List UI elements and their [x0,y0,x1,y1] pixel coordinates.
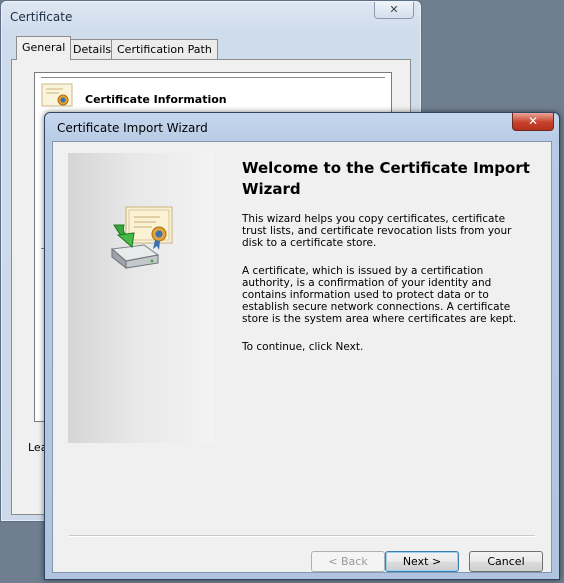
tab-general-label: General [22,41,66,54]
tab-certification-path-label: Certification Path [117,43,212,56]
divider [41,77,385,78]
cancel-button[interactable]: Cancel [469,551,543,572]
wizard-continue-text: To continue, click Next. [242,341,364,353]
certificate-import-icon [110,206,173,270]
certificate-import-wizard: Certificate Import Wizard ✕ Welcome to t… [44,112,560,580]
close-icon: ✕ [527,114,539,128]
wizard-heading: Welcome to the Certificate Import Wizard [242,159,530,198]
tab-certification-path[interactable]: Certification Path [111,39,218,59]
back-button[interactable]: < Back [311,551,385,572]
wizard-close-button[interactable]: ✕ [512,113,554,131]
wizard-description-text: A certificate, which is issued by a cert… [242,265,517,325]
button-separator [69,535,535,537]
tab-details[interactable]: Details [67,39,118,59]
wizard-intro-text: This wizard helps you copy certificates,… [242,213,512,249]
certificate-dialog-title: Certificate [10,10,73,24]
certificate-information-heading: Certificate Information [85,93,227,106]
wizard-title: Certificate Import Wizard [57,121,208,135]
tab-details-label: Details [73,43,112,56]
certificate-dialog-close-button[interactable]: ✕ [374,2,414,19]
next-button[interactable]: Next > [385,551,459,572]
certificate-icon [41,83,73,107]
wizard-side-panel [68,153,214,443]
wizard-client-area: Welcome to the Certificate Import Wizard… [52,141,552,573]
tab-general[interactable]: General [16,36,72,60]
close-icon: ✕ [389,3,399,16]
